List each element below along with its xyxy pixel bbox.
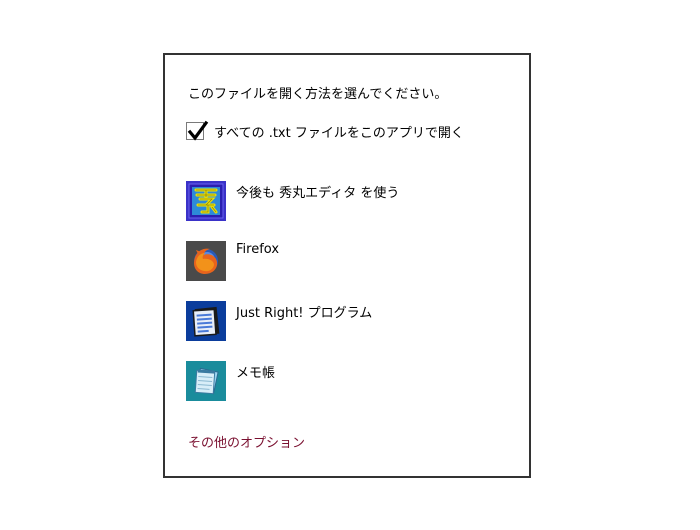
dialog-prompt: このファイルを開く方法を選んでください。 — [188, 87, 448, 102]
app-label-firefox: Firefox — [236, 242, 280, 257]
app-option-firefox[interactable]: Firefox — [186, 241, 506, 281]
hidemaru-icon — [186, 181, 226, 221]
app-label-just-right: Just Right! プログラム — [236, 306, 373, 321]
always-use-label: すべての .txt ファイルをこのアプリで開く — [214, 125, 464, 141]
app-label-notepad: メモ帳 — [236, 366, 276, 381]
open-with-dialog: このファイルを開く方法を選んでください。 すべての .txt ファイルをこのアプ… — [163, 53, 531, 478]
app-option-just-right[interactable]: Just Right! プログラム — [186, 301, 506, 341]
notepad-icon — [186, 361, 226, 401]
always-use-checkbox[interactable] — [186, 120, 209, 141]
app-option-notepad[interactable]: メモ帳 — [186, 361, 506, 401]
just-right-icon — [186, 301, 226, 341]
app-label-hidemaru: 今後も 秀丸エディタ を使う — [236, 186, 400, 201]
always-use-checkbox-row[interactable]: すべての .txt ファイルをこのアプリで開く — [186, 120, 464, 142]
app-option-hidemaru[interactable]: 今後も 秀丸エディタ を使う — [186, 181, 506, 221]
firefox-icon — [186, 241, 226, 281]
more-options-link[interactable]: その他のオプション — [188, 432, 305, 451]
checkmark-icon — [187, 120, 209, 141]
